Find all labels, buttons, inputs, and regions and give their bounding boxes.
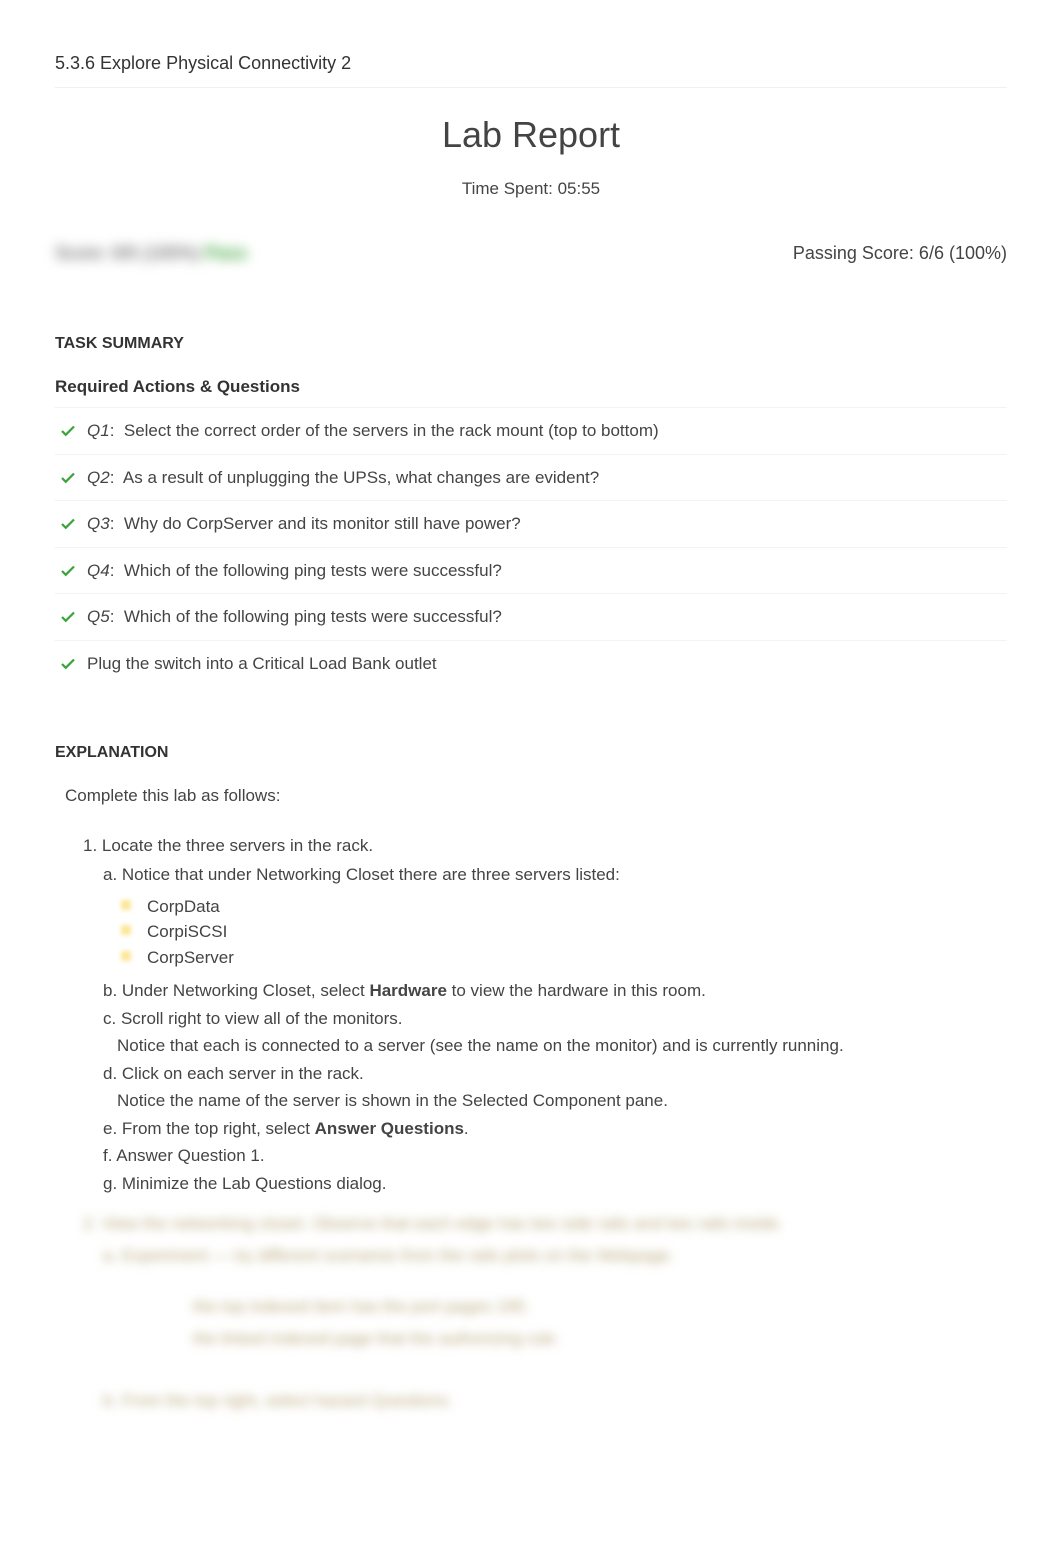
question-text: Which of the following ping tests were s… xyxy=(124,561,502,580)
question-text: Which of the following ping tests were s… xyxy=(124,607,502,626)
title-section: Lab Report Time Spent: 05:55 xyxy=(55,87,1007,202)
question-item-q4: Q4: Which of the following ping tests we… xyxy=(55,547,1007,594)
substep-g: g. Minimize the Lab Questions dialog. xyxy=(103,1171,1007,1197)
substep-c-note: Notice that each is connected to a serve… xyxy=(117,1033,1007,1059)
check-icon xyxy=(59,655,77,673)
question-label: Q1 xyxy=(87,421,110,440)
questions-list: Q1: Select the correct order of the serv… xyxy=(55,407,1007,686)
lab-number: 5.3.6 Explore Physical Connectivity 2 xyxy=(55,50,1007,77)
question-item-q2: Q2: As a result of unplugging the UPSs, … xyxy=(55,454,1007,501)
substep-f: f. Answer Question 1. xyxy=(103,1143,1007,1169)
report-title: Lab Report xyxy=(55,108,1007,162)
server-list: CorpData CorpiSCSI CorpServer xyxy=(143,894,1007,971)
question-item-q5: Q5: Which of the following ping tests we… xyxy=(55,593,1007,640)
substep-c: c. Scroll right to view all of the monit… xyxy=(103,1006,1007,1032)
check-icon xyxy=(59,515,77,533)
substep-d-note: Notice the name of the server is shown i… xyxy=(117,1088,1007,1114)
question-label: Q4 xyxy=(87,561,110,580)
blurred-content: 2. View the networking closet. Observe t… xyxy=(83,1208,1007,1417)
check-icon xyxy=(59,469,77,487)
question-item-q1: Q1: Select the correct order of the serv… xyxy=(55,407,1007,454)
lab-report-page: 5.3.6 Explore Physical Connectivity 2 La… xyxy=(0,0,1062,1477)
explanation-intro: Complete this lab as follows: xyxy=(65,783,1007,809)
check-icon xyxy=(59,562,77,580)
server-item: CorpServer xyxy=(143,945,1007,971)
server-item: CorpData xyxy=(143,894,1007,920)
check-icon xyxy=(59,422,77,440)
substep-b: b. Under Networking Closet, select Hardw… xyxy=(103,978,1007,1004)
server-item: CorpiSCSI xyxy=(143,919,1007,945)
question-item-action: Plug the switch into a Critical Load Ban… xyxy=(55,640,1007,687)
question-text: As a result of unplugging the UPSs, what… xyxy=(123,468,599,487)
step-1-title: 1. Locate the three servers in the rack. xyxy=(83,833,1007,859)
question-text: Select the correct order of the servers … xyxy=(124,421,659,440)
task-summary-heading: TASK SUMMARY xyxy=(55,332,1007,356)
substep-d: d. Click on each server in the rack. xyxy=(103,1061,1007,1087)
question-label: Q3 xyxy=(87,514,110,533)
explanation-heading: EXPLANATION xyxy=(55,741,1007,765)
substep-e: e. From the top right, select Answer Que… xyxy=(103,1116,1007,1142)
substeps: a. Notice that under Networking Closet t… xyxy=(103,862,1007,1196)
question-label: Q5 xyxy=(87,607,110,626)
passing-score: Passing Score: 6/6 (100%) xyxy=(793,240,1007,267)
check-icon xyxy=(59,608,77,626)
steps: 1. Locate the three servers in the rack.… xyxy=(83,833,1007,1197)
score-blurred: Score: 6/6 (100%) Pass xyxy=(55,240,247,267)
time-spent: Time Spent: 05:55 xyxy=(55,176,1007,202)
required-actions-heading: Required Actions & Questions xyxy=(55,374,1007,400)
score-row: Score: 6/6 (100%) Pass Passing Score: 6/… xyxy=(55,240,1007,267)
question-item-q3: Q3: Why do CorpServer and its monitor st… xyxy=(55,500,1007,547)
question-text: Plug the switch into a Critical Load Ban… xyxy=(87,651,437,677)
question-label: Q2 xyxy=(87,468,110,487)
question-text: Why do CorpServer and its monitor still … xyxy=(124,514,521,533)
substep-a: a. Notice that under Networking Closet t… xyxy=(103,862,1007,888)
